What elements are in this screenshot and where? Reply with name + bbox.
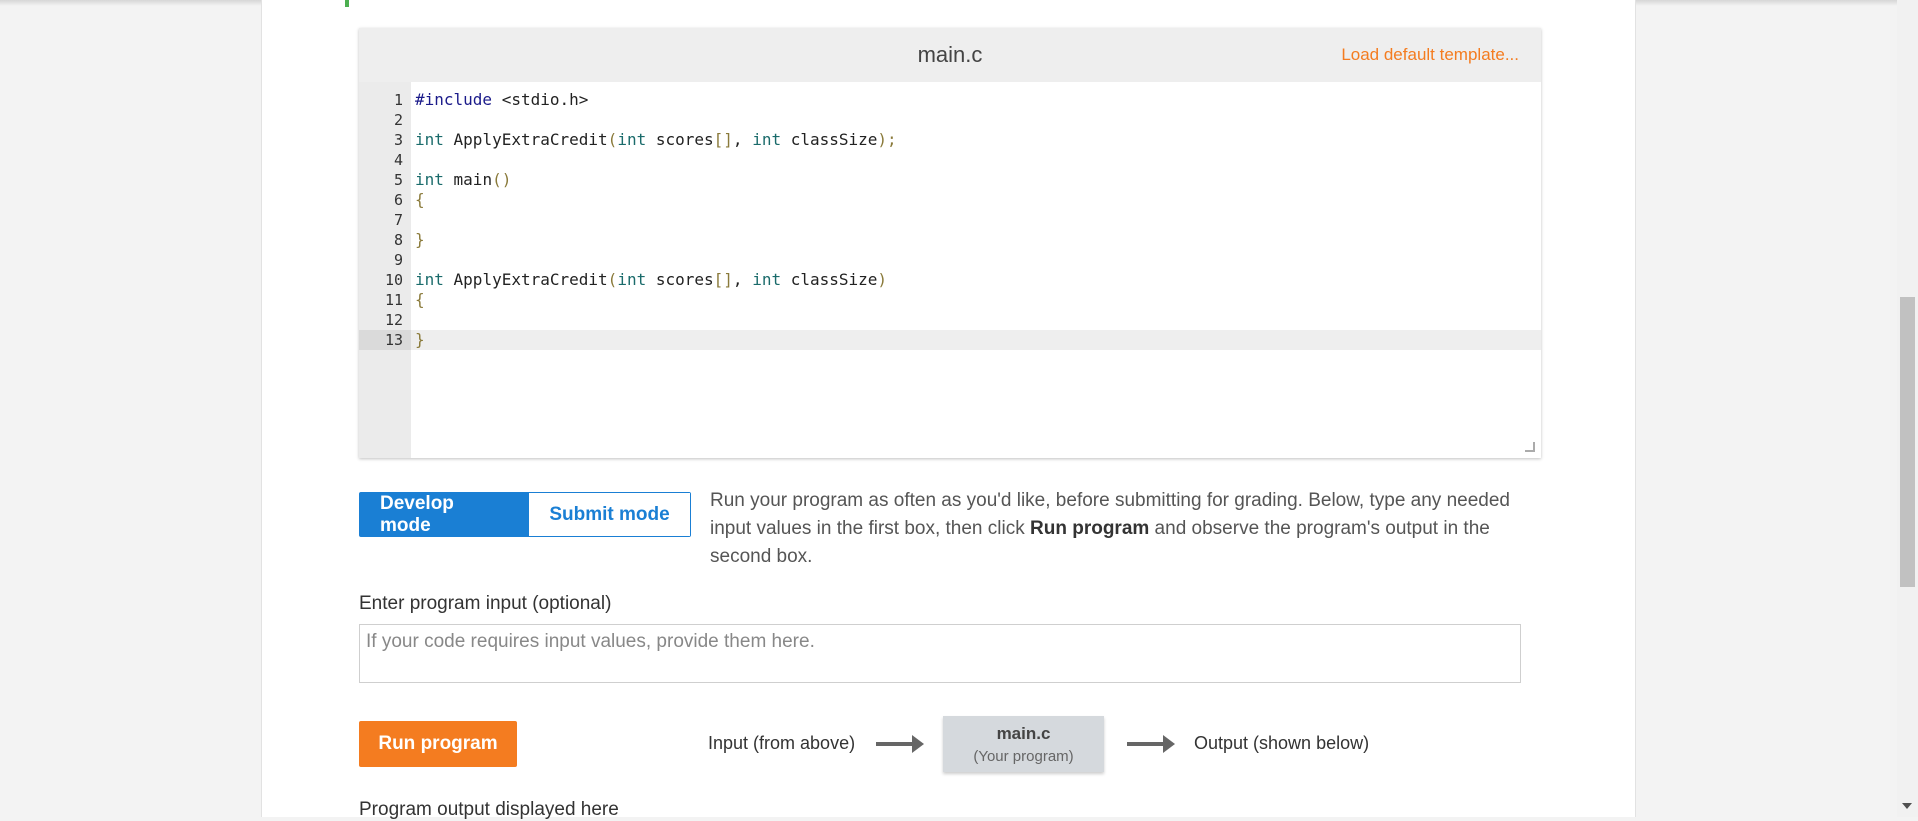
code-token: int <box>752 130 782 149</box>
code-token: scores <box>646 130 714 149</box>
mode-toggle: Develop mode Submit mode <box>359 492 691 537</box>
scrollbar-thumb[interactable] <box>1900 297 1915 587</box>
code-line[interactable]: 6{ <box>359 190 1541 210</box>
line-number: 6 <box>393 191 403 209</box>
line-number: 4 <box>393 151 403 169</box>
code-line[interactable]: 4 <box>359 150 1541 170</box>
code-line[interactable]: 9 <box>359 250 1541 270</box>
code-token: classSize <box>781 130 878 149</box>
line-number: 5 <box>393 171 403 189</box>
code-line[interactable]: 8} <box>359 230 1541 250</box>
code-token: ); <box>877 130 897 149</box>
line-number: 2 <box>393 111 403 129</box>
program-output-label: Program output displayed here <box>359 799 619 820</box>
code-text: { <box>415 290 425 310</box>
program-box-subtitle: (Your program) <box>973 748 1074 765</box>
code-text: } <box>415 330 425 350</box>
line-number: 13 <box>359 330 411 350</box>
code-token: #include <box>415 90 493 109</box>
code-token: int <box>415 130 444 149</box>
line-number: 12 <box>384 311 403 329</box>
code-token: int <box>415 170 444 189</box>
code-token: int <box>617 130 647 149</box>
code-text: int ApplyExtraCredit(int scores[], int c… <box>415 130 897 150</box>
line-number: 7 <box>393 211 403 229</box>
editor-resize-handle[interactable] <box>1525 442 1535 452</box>
mode-description-bold: Run program <box>1030 518 1150 539</box>
line-number: 11 <box>384 291 403 309</box>
line-number: 9 <box>393 251 403 269</box>
code-token: ( <box>607 270 618 289</box>
code-token: ) <box>877 270 888 289</box>
develop-mode-button[interactable]: Develop mode <box>360 493 529 536</box>
flow-output-label: Output (shown below) <box>1194 733 1370 753</box>
program-input-label: Enter program input (optional) <box>359 593 612 614</box>
line-number: 1 <box>393 91 403 109</box>
editor-header: main.c Load default template... <box>359 28 1541 82</box>
code-line[interactable]: 1 #include <stdio.h> <box>359 90 1541 110</box>
code-line[interactable]: 11 { <box>359 290 1541 310</box>
mode-description: Run your program as often as you'd like,… <box>710 487 1550 571</box>
line-number: 8 <box>393 231 403 249</box>
code-token: , <box>732 270 753 289</box>
code-text: { <box>415 190 425 210</box>
code-line[interactable]: 2 <box>359 110 1541 130</box>
line-number: 3 <box>393 131 403 149</box>
code-text: int ApplyExtraCredit(int scores[], int c… <box>415 270 887 290</box>
code-editor[interactable]: main.c Load default template... 1 #includ… <box>359 28 1541 458</box>
code-token: [] <box>713 130 733 149</box>
code-token: } <box>415 230 425 249</box>
code-token: { <box>415 290 425 309</box>
code-text: int main() <box>415 170 511 190</box>
program-input-field[interactable] <box>359 624 1521 683</box>
scroll-down-arrow-icon[interactable] <box>1902 803 1912 809</box>
arrow-right-icon <box>876 735 924 753</box>
code-line[interactable]: 3 int ApplyExtraCredit(int scores[], int … <box>359 130 1541 150</box>
green-accent-bar <box>345 0 349 7</box>
line-number: 10 <box>384 271 403 289</box>
code-token: main <box>443 170 493 189</box>
code-token: , <box>732 130 753 149</box>
code-token: { <box>415 190 425 209</box>
program-box-name: main.c <box>996 724 1051 743</box>
submit-mode-button[interactable]: Submit mode <box>529 493 690 536</box>
code-line[interactable]: 5 int main() <box>359 170 1541 190</box>
code-token: int <box>415 270 444 289</box>
arrow-right-icon <box>1127 735 1175 753</box>
code-text: } <box>415 230 425 250</box>
code-token: int <box>617 270 647 289</box>
code-token: ApplyExtraCredit <box>443 130 608 149</box>
code-token: ApplyExtraCredit <box>443 270 608 289</box>
code-token: () <box>492 170 512 189</box>
program-box: main.c (Your program) <box>943 716 1104 772</box>
code-line[interactable]: 13} <box>359 330 1541 350</box>
code-text: #include <stdio.h> <box>415 90 588 110</box>
code-line[interactable]: 12 <box>359 310 1541 330</box>
code-area[interactable]: 1 #include <stdio.h> 2 3 int ApplyExtraCredi… <box>359 90 1541 350</box>
code-line[interactable]: 10 int ApplyExtraCredit(int scores[], int… <box>359 270 1541 290</box>
code-token: classSize <box>781 270 878 289</box>
load-default-template-link[interactable]: Load default template... <box>1341 45 1519 65</box>
code-token: scores <box>646 270 714 289</box>
code-token: <stdio.h> <box>492 90 589 109</box>
code-token: } <box>415 330 425 349</box>
code-token: int <box>752 270 782 289</box>
run-program-button[interactable]: Run program <box>359 721 517 767</box>
code-token: [] <box>713 270 733 289</box>
code-line[interactable]: 7 <box>359 210 1541 230</box>
code-token: ( <box>607 130 618 149</box>
flow-input-label: Input (from above) <box>708 733 856 753</box>
